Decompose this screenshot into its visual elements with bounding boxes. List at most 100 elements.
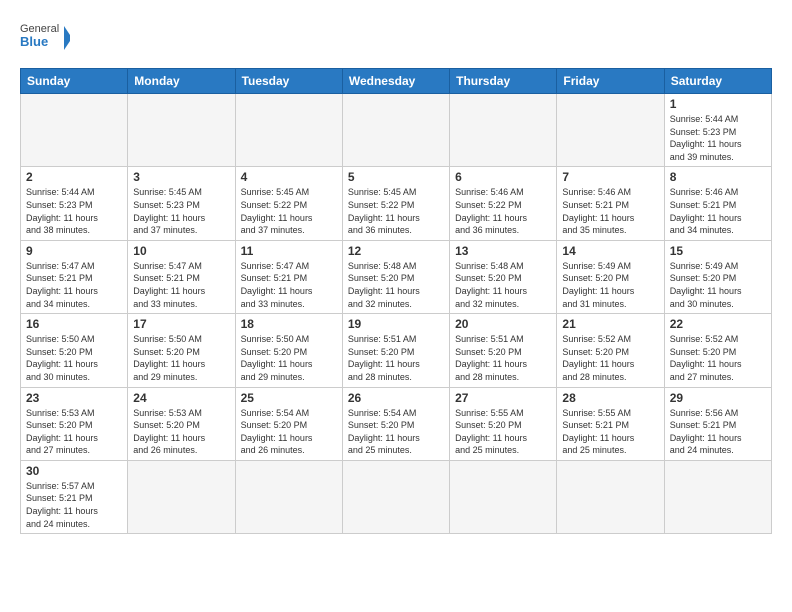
calendar-cell: 25 Sunrise: 5:54 AMSunset: 5:20 PMDayligh… bbox=[235, 387, 342, 460]
calendar-cell bbox=[235, 94, 342, 167]
day-info: Sunrise: 5:47 AMSunset: 5:21 PMDaylight:… bbox=[26, 260, 122, 310]
day-info: Sunrise: 5:46 AMSunset: 5:21 PMDaylight:… bbox=[562, 186, 658, 236]
calendar-week-1: 1 Sunrise: 5:44 AMSunset: 5:23 PMDaylight… bbox=[21, 94, 772, 167]
day-info: Sunrise: 5:44 AMSunset: 5:23 PMDaylight:… bbox=[670, 113, 766, 163]
day-header-tuesday: Tuesday bbox=[235, 69, 342, 94]
calendar-cell: 18Sunrise: 5:50 AMSunset: 5:20 PMDayligh… bbox=[235, 314, 342, 387]
day-info: Sunrise: 5:55 AMSunset: 5:21 PMDaylight:… bbox=[562, 407, 658, 457]
day-number: 10 bbox=[133, 244, 229, 258]
day-number: 9 bbox=[26, 244, 122, 258]
calendar-cell bbox=[557, 460, 664, 533]
day-header-thursday: Thursday bbox=[450, 69, 557, 94]
calendar-cell: 26Sunrise: 5:54 AMSunset: 5:20 PMDayligh… bbox=[342, 387, 449, 460]
logo: General Blue bbox=[20, 16, 70, 60]
day-number: 23 bbox=[26, 391, 122, 405]
calendar-cell: 5 Sunrise: 5:45 AMSunset: 5:22 PMDaylight… bbox=[342, 167, 449, 240]
day-number: 12 bbox=[348, 244, 444, 258]
day-number: 28 bbox=[562, 391, 658, 405]
calendar-cell bbox=[557, 94, 664, 167]
day-info: Sunrise: 5:46 AMSunset: 5:21 PMDaylight:… bbox=[670, 186, 766, 236]
logo-svg: General Blue bbox=[20, 16, 70, 60]
day-number: 5 bbox=[348, 170, 444, 184]
calendar-cell: 17Sunrise: 5:50 AMSunset: 5:20 PMDayligh… bbox=[128, 314, 235, 387]
day-number: 8 bbox=[670, 170, 766, 184]
calendar-cell bbox=[664, 460, 771, 533]
day-info: Sunrise: 5:49 AMSunset: 5:20 PMDaylight:… bbox=[562, 260, 658, 310]
day-info: Sunrise: 5:55 AMSunset: 5:20 PMDaylight:… bbox=[455, 407, 551, 457]
day-info: Sunrise: 5:44 AMSunset: 5:23 PMDaylight:… bbox=[26, 186, 122, 236]
calendar-cell: 22Sunrise: 5:52 AMSunset: 5:20 PMDayligh… bbox=[664, 314, 771, 387]
day-header-wednesday: Wednesday bbox=[342, 69, 449, 94]
calendar-cell: 20 Sunrise: 5:51 AMSunset: 5:20 PMDayligh… bbox=[450, 314, 557, 387]
day-info: Sunrise: 5:52 AMSunset: 5:20 PMDaylight:… bbox=[562, 333, 658, 383]
calendar-cell bbox=[450, 94, 557, 167]
calendar-cell: 9 Sunrise: 5:47 AMSunset: 5:21 PMDaylight… bbox=[21, 240, 128, 313]
day-header-saturday: Saturday bbox=[664, 69, 771, 94]
calendar-cell: 19Sunrise: 5:51 AMSunset: 5:20 PMDayligh… bbox=[342, 314, 449, 387]
calendar-cell: 27Sunrise: 5:55 AMSunset: 5:20 PMDayligh… bbox=[450, 387, 557, 460]
day-number: 3 bbox=[133, 170, 229, 184]
day-number: 25 bbox=[241, 391, 337, 405]
calendar-cell bbox=[128, 94, 235, 167]
day-number: 11 bbox=[241, 244, 337, 258]
day-number: 29 bbox=[670, 391, 766, 405]
day-info: Sunrise: 5:51 AMSunset: 5:20 PMDaylight:… bbox=[348, 333, 444, 383]
day-info: Sunrise: 5:48 AMSunset: 5:20 PMDaylight:… bbox=[348, 260, 444, 310]
day-info: Sunrise: 5:54 AMSunset: 5:20 PMDaylight:… bbox=[241, 407, 337, 457]
day-info: Sunrise: 5:47 AMSunset: 5:21 PMDaylight:… bbox=[241, 260, 337, 310]
day-info: Sunrise: 5:53 AMSunset: 5:20 PMDaylight:… bbox=[26, 407, 122, 457]
day-number: 24 bbox=[133, 391, 229, 405]
day-number: 4 bbox=[241, 170, 337, 184]
day-info: Sunrise: 5:45 AMSunset: 5:23 PMDaylight:… bbox=[133, 186, 229, 236]
calendar-cell: 1 Sunrise: 5:44 AMSunset: 5:23 PMDaylight… bbox=[664, 94, 771, 167]
calendar-cell: 14 Sunrise: 5:49 AMSunset: 5:20 PMDayligh… bbox=[557, 240, 664, 313]
calendar-cell: 16Sunrise: 5:50 AMSunset: 5:20 PMDayligh… bbox=[21, 314, 128, 387]
day-info: Sunrise: 5:46 AMSunset: 5:22 PMDaylight:… bbox=[455, 186, 551, 236]
day-info: Sunrise: 5:54 AMSunset: 5:20 PMDaylight:… bbox=[348, 407, 444, 457]
day-number: 18 bbox=[241, 317, 337, 331]
calendar-header-row: SundayMondayTuesdayWednesdayThursdayFrid… bbox=[21, 69, 772, 94]
day-number: 21 bbox=[562, 317, 658, 331]
day-number: 1 bbox=[670, 97, 766, 111]
day-info: Sunrise: 5:48 AMSunset: 5:20 PMDaylight:… bbox=[455, 260, 551, 310]
calendar-cell: 6Sunrise: 5:46 AMSunset: 5:22 PMDaylight… bbox=[450, 167, 557, 240]
day-number: 20 bbox=[455, 317, 551, 331]
day-info: Sunrise: 5:45 AMSunset: 5:22 PMDaylight:… bbox=[348, 186, 444, 236]
calendar-week-4: 16Sunrise: 5:50 AMSunset: 5:20 PMDayligh… bbox=[21, 314, 772, 387]
calendar-cell bbox=[450, 460, 557, 533]
day-number: 16 bbox=[26, 317, 122, 331]
calendar-cell: 2Sunrise: 5:44 AMSunset: 5:23 PMDaylight… bbox=[21, 167, 128, 240]
day-info: Sunrise: 5:45 AMSunset: 5:22 PMDaylight:… bbox=[241, 186, 337, 236]
day-info: Sunrise: 5:51 AMSunset: 5:20 PMDaylight:… bbox=[455, 333, 551, 383]
calendar-cell bbox=[342, 460, 449, 533]
calendar-table: SundayMondayTuesdayWednesdayThursdayFrid… bbox=[20, 68, 772, 534]
day-info: Sunrise: 5:56 AMSunset: 5:21 PMDaylight:… bbox=[670, 407, 766, 457]
day-info: Sunrise: 5:49 AMSunset: 5:20 PMDaylight:… bbox=[670, 260, 766, 310]
day-info: Sunrise: 5:57 AMSunset: 5:21 PMDaylight:… bbox=[26, 480, 122, 530]
day-number: 7 bbox=[562, 170, 658, 184]
calendar-cell bbox=[342, 94, 449, 167]
calendar-week-3: 9 Sunrise: 5:47 AMSunset: 5:21 PMDaylight… bbox=[21, 240, 772, 313]
calendar-cell: 7 Sunrise: 5:46 AMSunset: 5:21 PMDaylight… bbox=[557, 167, 664, 240]
calendar-cell bbox=[21, 94, 128, 167]
calendar-cell: 15 Sunrise: 5:49 AMSunset: 5:20 PMDayligh… bbox=[664, 240, 771, 313]
calendar-cell: 23 Sunrise: 5:53 AMSunset: 5:20 PMDayligh… bbox=[21, 387, 128, 460]
day-number: 14 bbox=[562, 244, 658, 258]
day-number: 17 bbox=[133, 317, 229, 331]
day-number: 13 bbox=[455, 244, 551, 258]
day-info: Sunrise: 5:53 AMSunset: 5:20 PMDaylight:… bbox=[133, 407, 229, 457]
svg-text:Blue: Blue bbox=[20, 34, 48, 49]
calendar-cell: 30Sunrise: 5:57 AMSunset: 5:21 PMDayligh… bbox=[21, 460, 128, 533]
day-header-friday: Friday bbox=[557, 69, 664, 94]
day-number: 15 bbox=[670, 244, 766, 258]
calendar-cell bbox=[128, 460, 235, 533]
calendar-cell: 4 Sunrise: 5:45 AMSunset: 5:22 PMDaylight… bbox=[235, 167, 342, 240]
calendar-cell: 21 Sunrise: 5:52 AMSunset: 5:20 PMDayligh… bbox=[557, 314, 664, 387]
calendar-cell: 28 Sunrise: 5:55 AMSunset: 5:21 PMDayligh… bbox=[557, 387, 664, 460]
calendar-cell: 24 Sunrise: 5:53 AMSunset: 5:20 PMDayligh… bbox=[128, 387, 235, 460]
day-header-monday: Monday bbox=[128, 69, 235, 94]
calendar-cell: 11 Sunrise: 5:47 AMSunset: 5:21 PMDayligh… bbox=[235, 240, 342, 313]
calendar-cell: 12 Sunrise: 5:48 AMSunset: 5:20 PMDayligh… bbox=[342, 240, 449, 313]
calendar-cell: 3 Sunrise: 5:45 AMSunset: 5:23 PMDaylight… bbox=[128, 167, 235, 240]
calendar-cell: 10Sunrise: 5:47 AMSunset: 5:21 PMDayligh… bbox=[128, 240, 235, 313]
